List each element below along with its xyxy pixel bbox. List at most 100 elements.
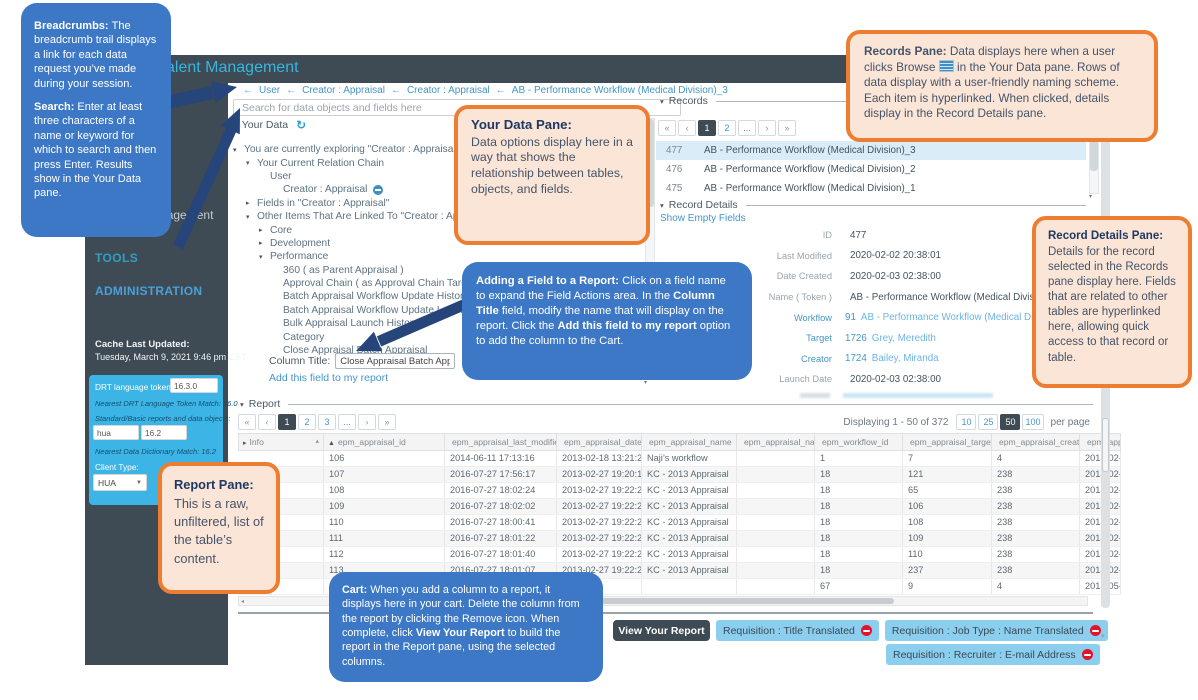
breadcrumb-link[interactable]: Creator : Appraisal <box>302 85 385 96</box>
record-row[interactable]: 476 AB - Performance Workflow (Medical D… <box>656 160 1086 179</box>
page-button[interactable]: › <box>358 414 376 430</box>
column-header[interactable]: epm_appraisal_name <box>642 434 737 451</box>
tree-arrow-icon[interactable]: ▾ <box>246 213 257 221</box>
record-row[interactable]: 475 AB - Performance Workflow (Medical D… <box>656 179 1086 198</box>
page-size-button[interactable]: 100 <box>1022 414 1043 430</box>
column-header[interactable]: epm_appraisal_last_modified <box>445 434 557 451</box>
record-row[interactable]: 477 AB - Performance Workflow (Medical D… <box>656 141 1086 160</box>
column-header[interactable]: epm_appraisal_target_id <box>903 434 992 451</box>
chevron-down-icon[interactable]: ▾ <box>660 201 664 210</box>
your-data-header[interactable]: ▸ Your Data ↻ <box>233 118 306 132</box>
refresh-icon[interactable]: ↻ <box>296 118 306 132</box>
table-row[interactable]: 111 2016-07-27 18:01:22 2013-02-27 19:22… <box>239 531 1121 547</box>
standard-reports-input-2[interactable] <box>141 425 187 440</box>
column-header[interactable]: epm_appraisal_date_created <box>557 434 642 451</box>
cart-item[interactable]: Requisition : Title Translated <box>716 620 879 641</box>
breadcrumb-link[interactable]: User <box>259 85 280 96</box>
field-value[interactable]: Bailey, Miranda <box>872 353 939 364</box>
minus-icon[interactable] <box>373 185 383 195</box>
records-scrollbar[interactable] <box>1089 140 1099 194</box>
page-button[interactable]: » <box>378 414 396 430</box>
page-button[interactable]: › <box>758 120 776 136</box>
tree-arrow-icon[interactable]: ▸ <box>246 199 257 207</box>
view-your-report-button[interactable]: View Your Report <box>613 620 710 641</box>
remove-icon[interactable] <box>861 625 872 636</box>
standard-reports-input-1[interactable] <box>93 425 139 440</box>
field-value[interactable]: 2020-02-03 02:38:00 <box>850 374 941 385</box>
tree-arrow-icon[interactable]: ▾ <box>259 253 270 261</box>
breadcrumb-link[interactable]: Creator : Appraisal <box>407 85 490 96</box>
page-button[interactable]: ... <box>738 120 756 136</box>
tree-item-label: Approval Chain ( as Approval Chain Targe… <box>283 278 482 289</box>
chevron-down-icon[interactable]: ▾ <box>240 400 244 409</box>
field-value[interactable]: 2020-02-02 20:38:01 <box>850 250 941 261</box>
add-field-link[interactable]: Add this field to my report <box>269 372 388 384</box>
sort-icon[interactable]: ▲ <box>328 440 335 447</box>
tree-arrow-icon[interactable]: ▾ <box>233 146 244 154</box>
table-row[interactable]: 108 2016-07-27 18:02:24 2013-02-27 19:22… <box>239 483 1121 499</box>
page-button[interactable]: » <box>778 120 796 136</box>
cart-item[interactable]: Requisition : Job Type : Name Translated <box>885 620 1108 641</box>
chevron-down-icon[interactable]: ▾ <box>660 97 664 106</box>
field-value[interactable]: 2020-02-03 02:38:00 <box>850 271 941 282</box>
field-value-id[interactable]: 91 <box>845 312 856 323</box>
column-header[interactable]: epm_appraisal_launch_date <box>1080 434 1121 451</box>
field-value-id[interactable]: 1724 <box>845 353 867 364</box>
column-header[interactable]: ▲epm_appraisal_id <box>324 434 445 451</box>
page-button[interactable]: 1 <box>278 414 296 430</box>
page-size-button[interactable]: 10 <box>956 414 976 430</box>
scrollbar-thumb[interactable] <box>1090 141 1098 171</box>
page-button[interactable]: ‹ <box>258 414 276 430</box>
page-button[interactable]: ... <box>338 414 356 430</box>
page-button[interactable]: ‹ <box>678 120 696 136</box>
field-value[interactable]: 477 <box>850 230 866 241</box>
page-button[interactable]: « <box>238 414 256 430</box>
client-type-select[interactable]: HUA ▼ <box>93 474 147 491</box>
column-header[interactable]: epm_appraisal_name_text <box>737 434 815 451</box>
scroll-top-icon[interactable]: ▴ <box>315 437 319 445</box>
column-title-input[interactable] <box>335 353 455 369</box>
remove-icon[interactable] <box>1090 625 1101 636</box>
scroll-left-icon[interactable]: ◂ <box>241 598 244 605</box>
page-button[interactable]: 2 <box>718 120 736 136</box>
page-button[interactable]: 1 <box>698 120 716 136</box>
page-button[interactable]: « <box>658 120 676 136</box>
remove-icon[interactable] <box>1082 649 1093 660</box>
record-link[interactable]: AB - Performance Workflow (Medical Divis… <box>704 145 916 156</box>
record-link[interactable]: AB - Performance Workflow (Medical Divis… <box>704 164 916 175</box>
sort-icon[interactable]: ▸ <box>243 440 247 447</box>
field-value[interactable]: Grey, Meredith <box>872 333 936 344</box>
tree-arrow-icon[interactable]: ▸ <box>259 226 270 234</box>
page-size-button[interactable]: 50 <box>1000 414 1020 430</box>
column-header[interactable]: ▸Info▴ <box>239 434 324 451</box>
record-link[interactable]: AB - Performance Workflow (Medical Divis… <box>704 183 916 194</box>
report-header[interactable]: ▾ Report <box>240 398 1093 410</box>
scroll-down-icon[interactable]: ▾ <box>644 379 647 386</box>
table-row[interactable]: 107 2016-07-27 17:56:17 2013-02-27 19:20… <box>239 467 1121 483</box>
drt-tokens-input[interactable] <box>170 378 218 393</box>
page-size-button[interactable]: 25 <box>978 414 998 430</box>
table-row[interactable]: 106 2014-06-11 17:13:16 2013-02-18 13:21… <box>239 451 1121 467</box>
column-title-label: Column Title: <box>269 355 330 367</box>
table-row[interactable]: 110 2016-07-27 18:00:41 2013-02-27 19:22… <box>239 515 1121 531</box>
cart-item[interactable]: Requisition : Recruiter : E-mail Address <box>886 644 1100 665</box>
page-button[interactable]: 2 <box>298 414 316 430</box>
record-details-header[interactable]: ▾ Record Details <box>660 199 1086 211</box>
scroll-down-icon[interactable]: ▾ <box>1089 193 1092 200</box>
report-cell: 108 <box>903 515 992 531</box>
scroll-down-icon[interactable]: ▾ <box>1101 632 1105 640</box>
chevron-right-icon[interactable]: ▸ <box>233 121 237 130</box>
page-button[interactable]: 3 <box>318 414 336 430</box>
table-row[interactable]: 112 2016-07-27 18:01:40 2013-02-27 19:22… <box>239 547 1121 563</box>
field-value-id[interactable]: 1726 <box>845 333 867 344</box>
sidebar-item-tools[interactable]: TOOLS <box>95 251 138 265</box>
field-value[interactable]: AB - Performance Workflow (Medical Divis… <box>850 292 1062 303</box>
column-header[interactable]: epm_appraisal_creator_id <box>992 434 1080 451</box>
scrollbar-thumb[interactable] <box>1102 418 1109 472</box>
sidebar-item-administration[interactable]: ADMINISTRATION <box>95 284 202 298</box>
column-header[interactable]: epm_workflow_id <box>815 434 903 451</box>
tree-arrow-icon[interactable]: ▸ <box>259 239 270 247</box>
tree-arrow-icon[interactable]: ▾ <box>246 159 257 167</box>
table-row[interactable]: 109 2016-07-27 18:02:02 2013-02-27 19:22… <box>239 499 1121 515</box>
show-empty-fields-link[interactable]: Show Empty Fields <box>660 213 746 224</box>
